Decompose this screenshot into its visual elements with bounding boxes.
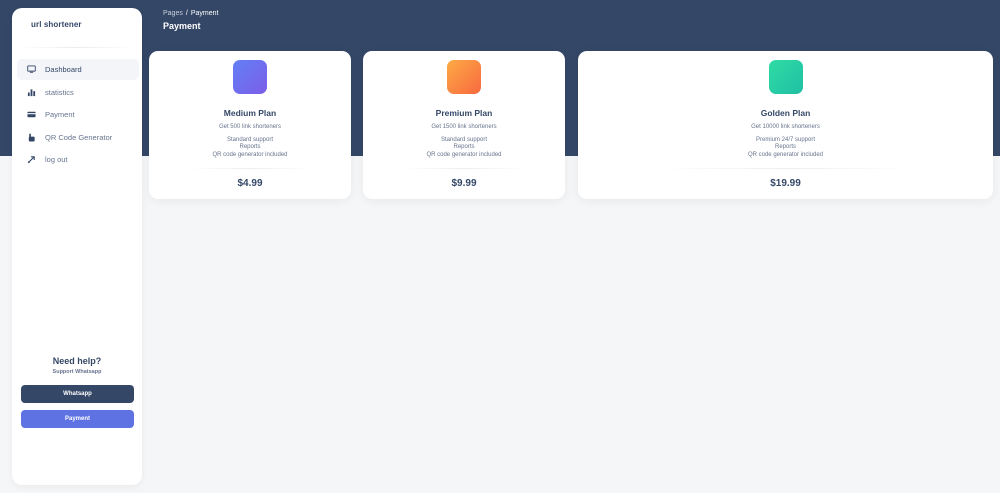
- divider: [189, 168, 311, 169]
- help-section: Need help? Support Whatsapp: [12, 356, 142, 375]
- breadcrumb-current: Payment: [190, 10, 219, 17]
- sidebar: url shortener Dashboard statistics Payme…: [12, 8, 142, 485]
- plan-features: Standard support Reports QR code generat…: [149, 137, 351, 159]
- brand-name[interactable]: url shortener: [12, 20, 142, 29]
- sidebar-item-qr-code-generator[interactable]: QR Code Generator: [17, 127, 139, 148]
- plan-feature: Standard support: [440, 137, 488, 143]
- plan-icon: [233, 60, 267, 94]
- plan-price: $19.99: [770, 178, 801, 189]
- credit-card-icon: [26, 109, 37, 120]
- plan-name: Medium Plan: [223, 108, 277, 118]
- sidebar-item-log-out[interactable]: log out: [17, 149, 139, 170]
- plan-features: Premium 24/7 support Reports QR code gen…: [578, 137, 993, 159]
- logout-icon: [26, 154, 37, 165]
- sidebar-item-label: Payment: [45, 110, 75, 119]
- help-subtitle: Support Whatsapp: [52, 369, 102, 375]
- pointer-hand-icon: [26, 132, 37, 143]
- plan-feature: Reports: [453, 144, 475, 151]
- sidebar-item-label: statistics: [45, 87, 74, 97]
- plan-features: Standard support Reports QR code generat…: [363, 137, 565, 159]
- plan-links: Get 1500 link shorteners: [431, 124, 497, 130]
- breadcrumb-separator: /: [185, 10, 188, 17]
- plan-name: Golden Plan: [760, 108, 811, 118]
- plan-feature: Premium 24/7 support: [755, 137, 816, 143]
- sidebar-item-label: log out: [45, 155, 68, 164]
- plan-feature: QR code generator included: [212, 151, 288, 158]
- sidebar-item-label: QR Code Generator: [45, 132, 113, 142]
- breadcrumb: Pages / Payment: [163, 10, 218, 17]
- plan-feature: Reports: [239, 144, 261, 151]
- plan-price: $9.99: [451, 178, 477, 189]
- plan-feature: Reports: [774, 144, 796, 151]
- sidebar-item-label: Dashboard: [45, 65, 82, 74]
- divider: [661, 168, 910, 169]
- plan-feature: QR code generator included: [426, 151, 502, 158]
- sidebar-item-dashboard[interactable]: Dashboard: [17, 59, 139, 80]
- help-title: Need help?: [52, 356, 102, 366]
- plan-card-medium[interactable]: Medium Plan Get 500 link shorteners Stan…: [149, 51, 351, 199]
- breadcrumb-root[interactable]: Pages: [163, 10, 183, 17]
- plan-card-golden[interactable]: Golden Plan Get 10000 link shorteners Pr…: [578, 51, 993, 199]
- plan-price: $4.99: [237, 178, 263, 189]
- plan-feature: Standard support: [226, 137, 274, 143]
- divider: [20, 47, 134, 48]
- sidebar-nav: Dashboard statistics Payment QR Code Gen…: [17, 59, 139, 172]
- plan-name: Premium Plan: [435, 108, 493, 118]
- plan-card-premium[interactable]: Premium Plan Get 1500 link shorteners St…: [363, 51, 565, 199]
- plan-icon: [768, 60, 803, 94]
- divider: [403, 168, 525, 169]
- plan-feature: QR code generator included: [747, 151, 824, 158]
- plan-links: Get 500 link shorteners: [218, 124, 282, 130]
- whatsapp-button[interactable]: Whatsapp: [21, 385, 134, 403]
- bar-chart-icon: [26, 87, 37, 98]
- page-title: Payment: [163, 21, 201, 31]
- monitor-icon: [26, 64, 37, 75]
- payment-button[interactable]: Payment: [21, 410, 134, 428]
- plan-icon: [447, 60, 481, 94]
- plan-links: Get 10000 link shorteners: [751, 124, 820, 130]
- sidebar-item-payment[interactable]: Payment: [17, 104, 139, 125]
- sidebar-item-statistics[interactable]: statistics: [17, 82, 139, 103]
